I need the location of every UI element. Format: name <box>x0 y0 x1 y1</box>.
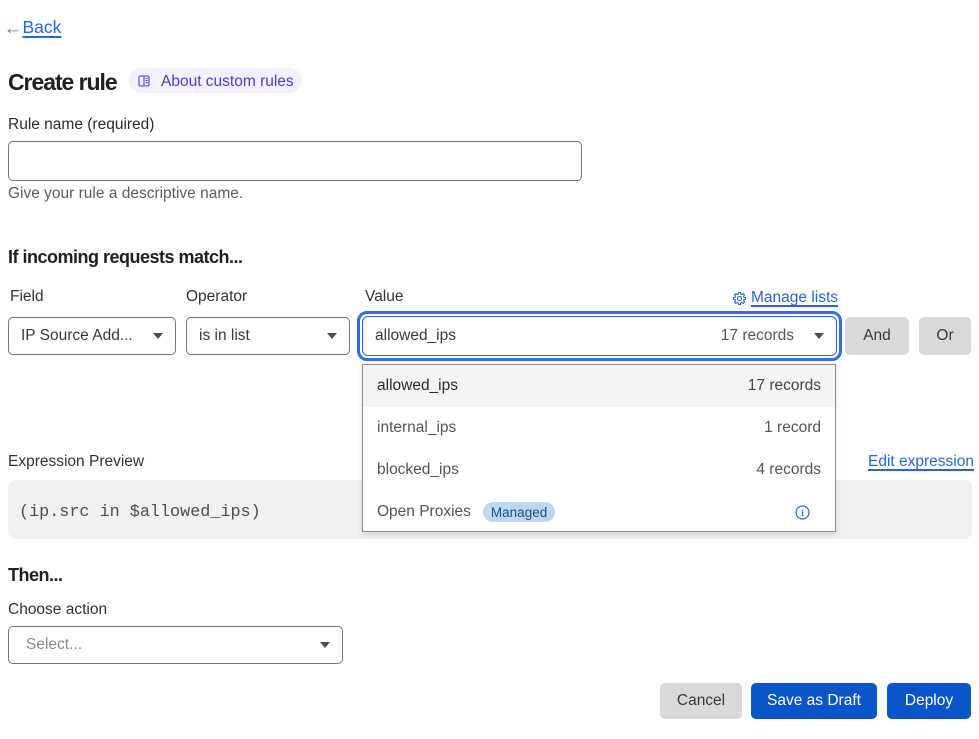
svg-text:i: i <box>801 508 804 518</box>
